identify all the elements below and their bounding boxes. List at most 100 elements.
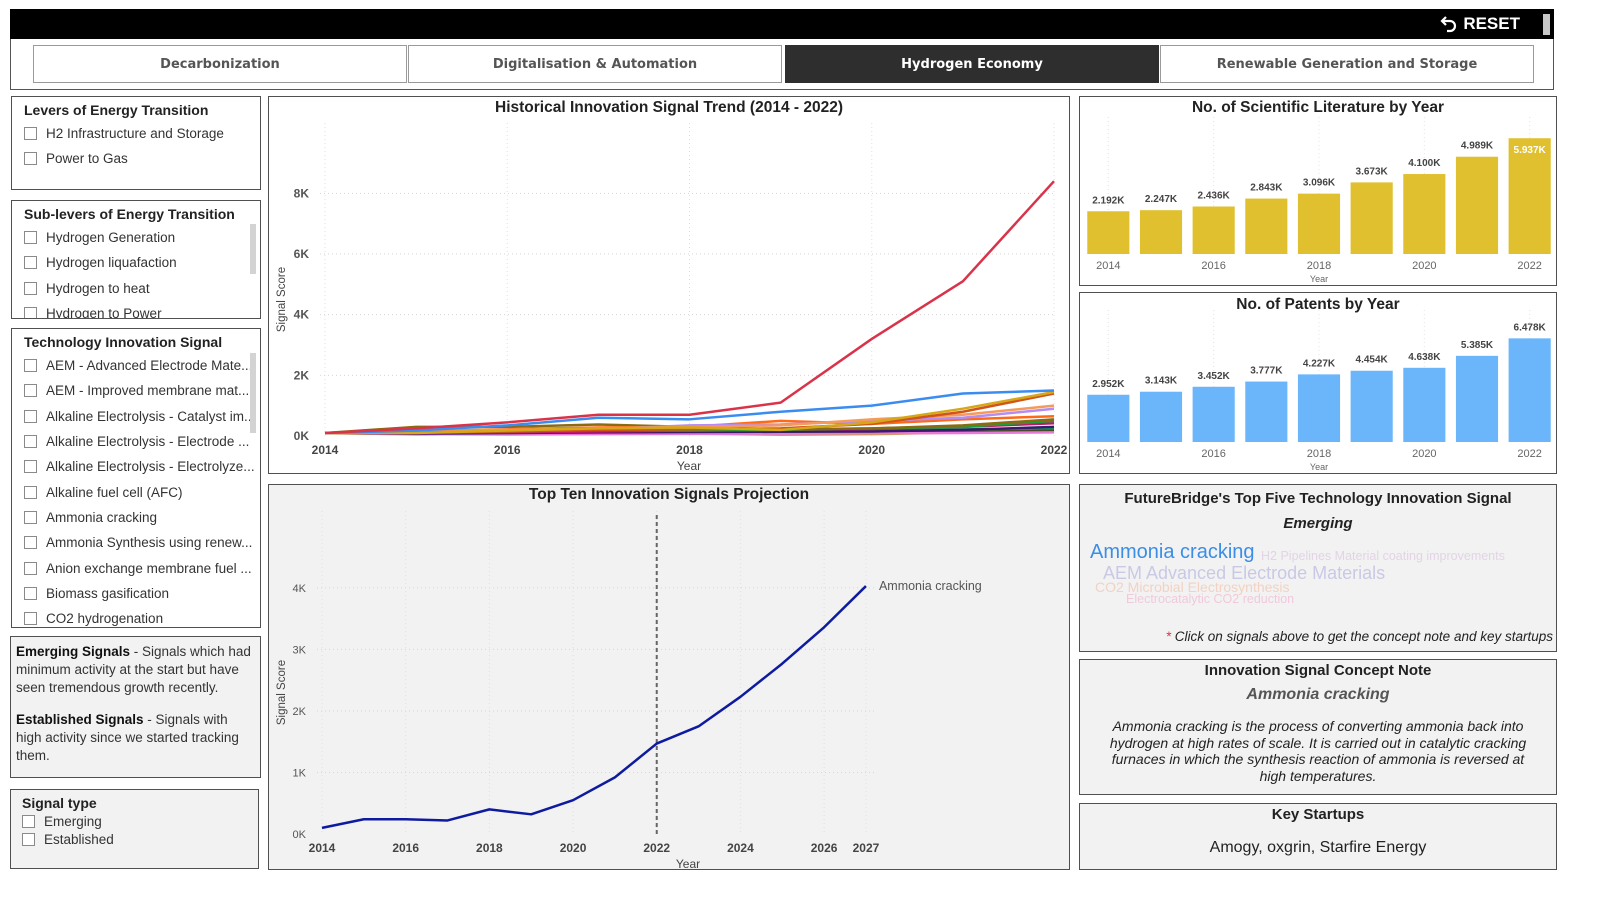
tab-label: Renewable Generation and Storage xyxy=(1216,56,1478,72)
checkbox[interactable] xyxy=(24,152,37,166)
projection-chart: Top Ten Innovation Signals Projection 0K… xyxy=(268,484,1070,871)
tab-label: Digitalisation & Automation xyxy=(492,56,698,72)
signal-word-ammonia-cracking[interactable]: Ammonia cracking xyxy=(1090,541,1255,564)
slicer-item[interactable]: Anion exchange membrane fuel ... xyxy=(24,555,260,580)
data-label: 5.937K xyxy=(1514,145,1547,156)
checkbox[interactable] xyxy=(24,561,37,575)
checkbox[interactable] xyxy=(24,586,37,600)
x-tick-label: 2014 xyxy=(1096,448,1120,460)
slicer-item[interactable]: Hydrogen to Power xyxy=(24,301,260,319)
slicer-item[interactable]: Alkaline Electrolysis - Catalyst im... xyxy=(24,404,260,429)
checkbox[interactable] xyxy=(24,612,37,626)
chart-title: No. of Patents by Year xyxy=(1236,296,1400,313)
bar xyxy=(1139,391,1183,442)
scrollbar[interactable] xyxy=(250,224,256,274)
checkbox[interactable] xyxy=(24,485,37,499)
scrollbar[interactable] xyxy=(1543,14,1550,35)
series-end-label: Ammonia cracking xyxy=(879,579,982,593)
key-startups-title: Key Startups xyxy=(1271,806,1365,823)
reset-button[interactable]: RESET xyxy=(1439,14,1520,34)
tech-signal-slicer: Technology Innovation Signal AEM - Advan… xyxy=(11,328,261,628)
checkbox[interactable] xyxy=(24,127,37,141)
tab-decarbonization[interactable]: Decarbonization xyxy=(33,45,407,83)
x-tick-label: 2014 xyxy=(309,841,336,855)
bar xyxy=(1297,374,1341,442)
checkbox[interactable] xyxy=(24,409,37,423)
x-tick-label: 2022 xyxy=(643,841,670,855)
slicer-item[interactable]: Alkaline Electrolysis - Electrolyze... xyxy=(24,454,260,479)
y-tick-label: 4K xyxy=(293,583,307,595)
slicer-item[interactable]: Established xyxy=(22,830,258,848)
slicer-item-label: Established xyxy=(44,831,114,847)
slicer-item[interactable]: CO2 hydrogenation xyxy=(24,606,260,627)
checkbox[interactable] xyxy=(22,814,35,828)
bar xyxy=(1087,211,1130,254)
chart-title: Top Ten Innovation Signals Projection xyxy=(528,486,810,503)
x-tick-label: 2016 xyxy=(1201,448,1225,460)
y-tick-label: 2K xyxy=(293,706,307,718)
slicer-item[interactable]: Power to Gas xyxy=(24,146,260,171)
y-tick-label: 8K xyxy=(294,186,310,200)
signal-word-h2-pipelines[interactable]: H2 Pipelines Material coating improvemen… xyxy=(1261,549,1505,563)
checkbox[interactable] xyxy=(24,460,37,474)
checkbox[interactable] xyxy=(24,384,37,398)
slicer-item-label: Alkaline Electrolysis - Catalyst im... xyxy=(46,408,256,424)
checkbox[interactable] xyxy=(24,281,37,295)
slicer-item-label: Hydrogen to Power xyxy=(46,306,162,319)
checkbox[interactable] xyxy=(24,510,37,524)
tab-digitalisation-automation[interactable]: Digitalisation & Automation xyxy=(408,45,782,83)
slicer-item[interactable]: Ammonia Synthesis using renew... xyxy=(24,530,260,555)
signal-word-electrocatalytic[interactable]: Electrocatalytic CO2 reduction xyxy=(1126,592,1294,606)
y-axis-label: Signal Score xyxy=(276,267,288,332)
established-term: Established Signals xyxy=(16,712,144,727)
slicer-item[interactable]: AEM - Improved membrane mat... xyxy=(24,378,260,403)
slicer-item-label: Ammonia cracking xyxy=(46,509,158,525)
x-axis-label: Year xyxy=(677,459,701,473)
checkbox[interactable] xyxy=(24,307,37,318)
literature-chart: No. of Scientific Literature by Year 201… xyxy=(1079,96,1557,286)
x-axis-label: Year xyxy=(676,857,700,869)
tab-hydrogen-economy[interactable]: Hydrogen Economy xyxy=(785,45,1159,83)
checkbox[interactable] xyxy=(24,256,37,270)
slicer-item[interactable]: Hydrogen liquafaction xyxy=(24,250,260,275)
slicer-item[interactable]: Emerging xyxy=(22,812,258,830)
checkbox[interactable] xyxy=(22,832,35,846)
data-label: 2.436K xyxy=(1198,190,1231,201)
data-label: 4.227K xyxy=(1303,358,1336,369)
y-tick-label: 1K xyxy=(293,767,307,779)
slicer-item[interactable]: H2 Infrastructure and Storage xyxy=(24,121,260,146)
checkbox[interactable] xyxy=(24,435,37,449)
slicer-item-label: Biomass gasification xyxy=(46,585,170,601)
slicer-item[interactable]: Alkaline fuel cell (AFC) xyxy=(24,479,260,504)
tab-renewable-generation-storage[interactable]: Renewable Generation and Storage xyxy=(1160,45,1534,83)
checkbox[interactable] xyxy=(24,359,37,373)
x-tick-label: 2018 xyxy=(676,443,703,457)
slicer-item[interactable]: Hydrogen Generation xyxy=(24,225,260,250)
scrollbar[interactable] xyxy=(250,353,256,433)
data-label: 4.454K xyxy=(1356,355,1389,366)
wordcloud-subtitle: Emerging xyxy=(1283,515,1353,532)
x-tick-label: 2024 xyxy=(727,841,754,855)
checkbox[interactable] xyxy=(24,536,37,550)
slicer-item-label: Hydrogen to heat xyxy=(46,280,150,296)
x-tick-label: 2014 xyxy=(312,443,339,457)
historical-trend-plot: 0K 2K 4K 6K 8K 2014 2016 2018 2020 2022 Year Signal… xyxy=(276,123,1068,473)
data-label: 2.843K xyxy=(1250,183,1283,194)
signal-definitions: Emerging Signals - Signals which had min… xyxy=(10,636,261,778)
y-tick-label: 3K xyxy=(293,644,307,656)
chart-title: Historical Innovation Signal Trend (2014… xyxy=(495,99,843,116)
emerging-term: Emerging Signals xyxy=(16,644,131,659)
concept-note-text: Ammonia cracking is the process of conve… xyxy=(1109,718,1527,784)
slicer-item[interactable]: AEM - Advanced Electrode Mate... xyxy=(24,353,260,378)
slicer-item[interactable]: Biomass gasification xyxy=(24,581,260,606)
wordcloud-title: FutureBridge's Top Five Technology Innov… xyxy=(1124,490,1512,507)
concept-note-title: Innovation Signal Concept Note xyxy=(1204,662,1432,679)
slicer-item-label: AEM - Improved membrane mat... xyxy=(46,383,250,399)
checkbox[interactable] xyxy=(24,231,37,245)
levers-slicer: Levers of Energy Transition H2 Infrastru… xyxy=(11,96,261,190)
key-startups-panel: Key Startups Amogy, oxgrin, Starfire Ene… xyxy=(1079,803,1557,870)
slicer-item[interactable]: Alkaline Electrolysis - Electrode ... xyxy=(24,429,260,454)
bar xyxy=(1245,381,1288,442)
slicer-item[interactable]: Hydrogen to heat xyxy=(24,276,260,301)
slicer-item[interactable]: Ammonia cracking xyxy=(24,505,260,530)
